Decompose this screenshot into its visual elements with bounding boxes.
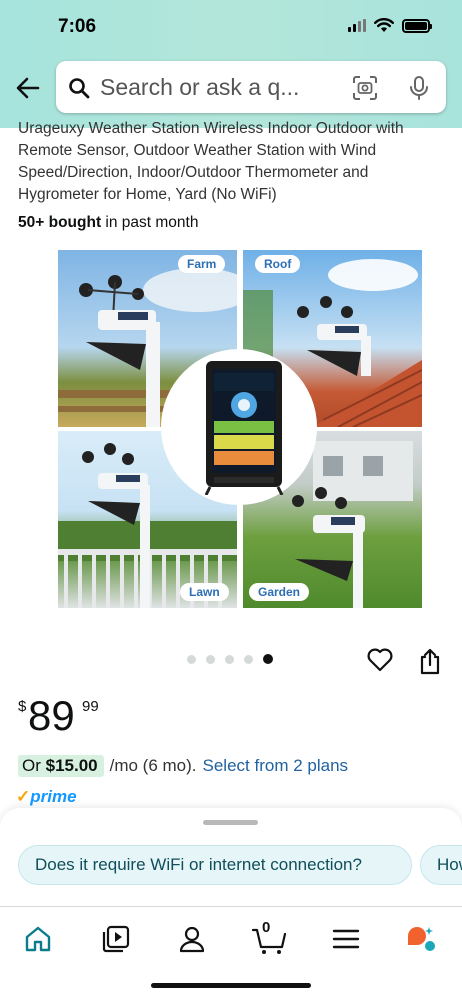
carousel-dot[interactable] xyxy=(244,654,253,664)
search-icon xyxy=(69,78,90,99)
status-time: 7:06 xyxy=(58,16,97,37)
price-currency: $ xyxy=(18,698,27,715)
image-tag-farm: Farm xyxy=(178,255,226,273)
carousel-dot-active[interactable] xyxy=(263,654,273,664)
image-tag-garden: Garden xyxy=(249,583,310,601)
search-bar[interactable] xyxy=(56,61,446,113)
monthly-plan-price: $15.00 xyxy=(45,756,98,775)
status-icons xyxy=(348,18,432,33)
weather-display-console xyxy=(204,361,284,495)
wifi-icon xyxy=(374,18,394,32)
monthly-plan-amount: Or $15.00 xyxy=(18,755,104,777)
home-indicator xyxy=(151,983,311,988)
image-tag-lawn: Lawn xyxy=(180,583,229,601)
search-input[interactable] xyxy=(100,71,350,103)
prime-badge: ✓prime xyxy=(16,787,77,807)
camera-search-icon[interactable] xyxy=(352,75,378,101)
prime-label: prime xyxy=(30,787,77,806)
ask-questions-sheet[interactable]: Does it require WiFi or internet connect… xyxy=(0,808,462,908)
prime-check-icon: ✓ xyxy=(16,787,31,806)
back-arrow-icon[interactable] xyxy=(14,74,42,102)
microphone-icon[interactable] xyxy=(408,75,430,101)
cart-button[interactable]: 0 xyxy=(251,919,287,955)
price-whole: 89 xyxy=(28,692,75,739)
top-header: 7:06 xyxy=(0,0,462,128)
question-chip-next[interactable]: How xyxy=(420,845,462,885)
rufus-icon[interactable] xyxy=(405,923,437,955)
purchase-count: 50+ bought in past month xyxy=(18,214,198,232)
purchase-count-number: 50+ bought xyxy=(18,214,102,231)
sheet-drag-handle[interactable] xyxy=(203,820,258,825)
display-console-badge xyxy=(161,349,317,505)
share-icon[interactable] xyxy=(418,647,442,675)
heart-icon[interactable] xyxy=(366,647,394,673)
product-title[interactable]: Urageuxy Weather Station Wireless Indoor… xyxy=(18,118,448,206)
menu-icon[interactable] xyxy=(330,923,362,955)
monthly-plan-or: Or xyxy=(22,756,46,775)
monthly-plan-term: /mo (6 mo). xyxy=(109,756,197,775)
carousel-dot[interactable] xyxy=(187,654,196,664)
monthly-plan: Or $15.00 /mo (6 mo). Select from 2 plan… xyxy=(18,754,348,778)
image-tag-roof: Roof xyxy=(255,255,301,273)
image-carousel-dots[interactable] xyxy=(187,654,273,664)
cellular-signal-icon xyxy=(348,19,366,32)
question-chip-wifi[interactable]: Does it require WiFi or internet connect… xyxy=(18,845,412,885)
cart-count: 0 xyxy=(262,919,271,936)
account-icon[interactable] xyxy=(176,923,208,955)
carousel-dot[interactable] xyxy=(206,654,215,664)
battery-icon xyxy=(402,18,432,33)
carousel-dot[interactable] xyxy=(225,654,234,664)
purchase-count-suffix: in past month xyxy=(101,214,199,231)
product-image[interactable]: Farm Roof Lawn Garden xyxy=(58,250,422,608)
home-icon[interactable] xyxy=(22,923,54,955)
price-fraction: 99 xyxy=(82,698,99,715)
video-icon[interactable] xyxy=(100,923,132,955)
select-plans-link[interactable]: Select from 2 plans xyxy=(203,756,349,776)
